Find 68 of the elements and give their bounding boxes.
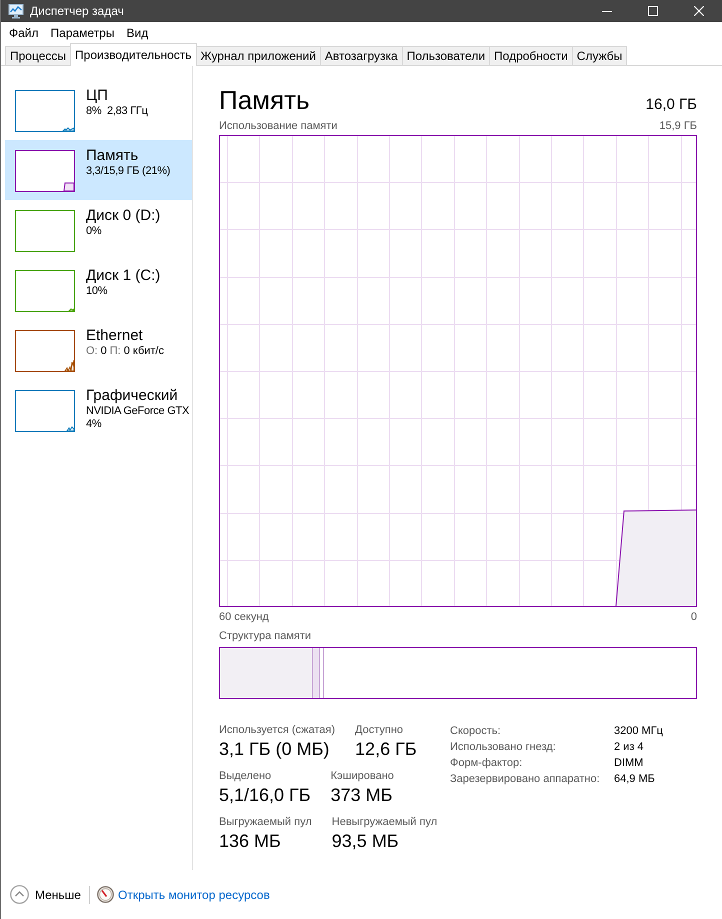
stat-label: Доступно bbox=[355, 723, 404, 737]
sidebar-item-detail: 4% bbox=[86, 418, 102, 431]
composition-caption: Структура памяти bbox=[219, 629, 312, 643]
sidebar-item-detail: NVIDIA GeForce GTX bbox=[86, 405, 190, 418]
stat-label: Кэшировано bbox=[330, 769, 394, 783]
stat-value: 93,5 МБ bbox=[332, 830, 399, 853]
sidebar-item-title: Ethernet bbox=[86, 327, 143, 345]
tab[interactable]: Службы bbox=[572, 46, 628, 65]
sidebar-item-title: ЦП bbox=[86, 87, 108, 105]
menu-item[interactable]: Файл bbox=[3, 26, 45, 40]
spec-value: 3200 МГц bbox=[614, 724, 663, 739]
stat-value: 12,6 ГБ bbox=[355, 738, 417, 761]
maximize-icon bbox=[648, 6, 658, 16]
detail-value: 0 bbox=[100, 345, 107, 358]
stat-label: Используется (сжатая) bbox=[219, 723, 336, 737]
sidebar-item[interactable]: Диск 1 (C:) 10% bbox=[5, 260, 192, 320]
sidebar-item-title: Диск 1 (C:) bbox=[86, 267, 160, 285]
gauge-icon bbox=[96, 886, 114, 903]
stat-label: Выгружаемый пул bbox=[219, 815, 312, 829]
sidebar-item[interactable]: Графический NVIDIA GeForce GTX 4% bbox=[5, 380, 192, 440]
total-memory: 16,0 ГБ bbox=[646, 96, 697, 113]
sidebar-item[interactable]: Диск 0 (D:) 0% bbox=[5, 200, 192, 260]
chart-max-label: 15,9 ГБ bbox=[659, 119, 697, 133]
tab[interactable]: Автозагрузка bbox=[320, 46, 403, 65]
detail-label: О: bbox=[86, 345, 98, 358]
resource-monitor-link[interactable]: Открыть монитор ресурсов bbox=[118, 888, 270, 902]
tab[interactable]: Журнал приложений bbox=[196, 46, 321, 65]
sidebar-item-title: Графический bbox=[86, 387, 178, 405]
minimize-icon bbox=[602, 10, 612, 12]
sidebar-item-title: Память bbox=[86, 147, 138, 165]
sidebar-item[interactable]: ЦП 8% 2,83 ГГц bbox=[5, 80, 192, 140]
stat-label: Выделено bbox=[219, 769, 272, 783]
stat-value: 5,1/16,0 ГБ bbox=[219, 784, 311, 807]
window-title: Диспетчер задач bbox=[30, 4, 124, 18]
tab[interactable]: Производительность bbox=[70, 43, 196, 66]
detail-value: 0 кбит/с bbox=[124, 345, 164, 358]
tab[interactable]: Процессы bbox=[5, 46, 72, 65]
sidebar-item-title: Диск 0 (D:) bbox=[86, 207, 160, 225]
menu-item[interactable]: Вид bbox=[120, 26, 154, 40]
panel-title: Память bbox=[219, 84, 310, 116]
sidebar-item-detail: 3,3/15,9 ГБ (21%) bbox=[86, 165, 170, 178]
stat-value: 373 МБ bbox=[330, 784, 392, 807]
detail-label: П: bbox=[110, 345, 121, 358]
stat-label: Невыгружаемый пул bbox=[332, 815, 438, 829]
spec-value: DIMM bbox=[614, 756, 644, 771]
chart-caption: Использование памяти bbox=[219, 119, 338, 133]
spec-label: Зарезервировано аппаратно: bbox=[450, 772, 601, 787]
spec-value: 2 из 4 bbox=[614, 740, 645, 755]
fewer-details-button[interactable]: Меньше bbox=[10, 885, 81, 904]
sidebar-item-detail: 0% bbox=[86, 225, 102, 238]
menu-item[interactable]: Параметры bbox=[44, 26, 120, 40]
stat-value: 136 МБ bbox=[219, 830, 281, 853]
stat-value: 3,1 ГБ (0 МБ) bbox=[219, 738, 330, 761]
spec-value: 64,9 МБ bbox=[614, 772, 656, 787]
spec-label: Форм-фактор: bbox=[450, 756, 524, 771]
sidebar-item[interactable]: Ethernet О: 0 П: 0 кбит/с bbox=[5, 320, 192, 380]
time-span-label: 60 секунд bbox=[219, 610, 269, 624]
chevron-up-icon bbox=[10, 885, 29, 904]
sidebar-item[interactable]: Память 3,3/15,9 ГБ (21%) bbox=[5, 140, 192, 200]
monitor-chart-icon bbox=[8, 3, 24, 19]
tab[interactable]: Подробности bbox=[489, 46, 573, 65]
sidebar-item-detail: 8% 2,83 ГГц bbox=[86, 105, 148, 118]
tab[interactable]: Пользователи bbox=[402, 46, 490, 65]
spec-label: Использовано гнезд: bbox=[450, 740, 557, 755]
time-end-label: 0 bbox=[690, 610, 697, 624]
sidebar-item-detail: 10% bbox=[86, 285, 108, 298]
spec-label: Скорость: bbox=[450, 724, 502, 739]
close-icon bbox=[694, 6, 704, 16]
